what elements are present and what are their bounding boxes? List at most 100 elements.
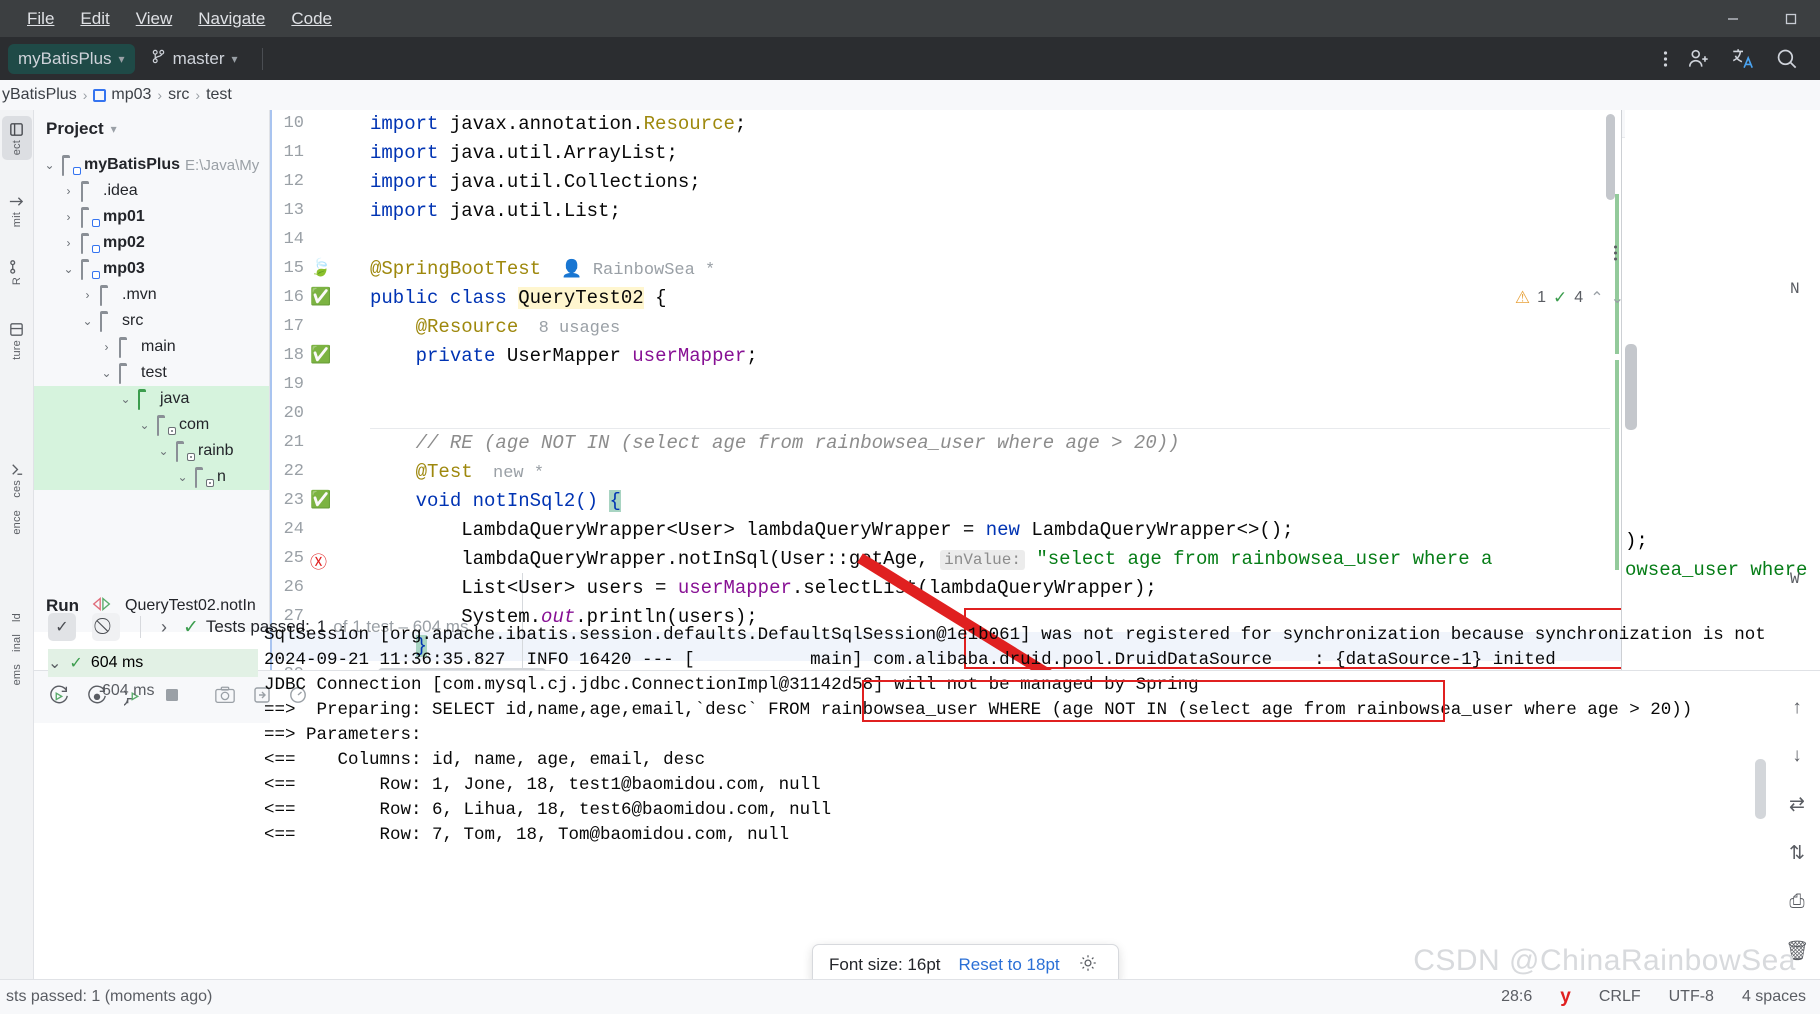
tree-row-rainb[interactable]: ⌄ rainb <box>34 438 269 464</box>
run-test-gutter-icon[interactable]: ✅ <box>310 345 331 365</box>
sidebar-item-problems[interactable]: ems <box>2 659 32 690</box>
chevron-down-icon[interactable]: ⌄ <box>137 418 152 432</box>
test-tree-row[interactable]: 604 ms <box>48 677 258 705</box>
chevron-up-icon[interactable]: ⌃ <box>1590 288 1603 308</box>
breadcrumb-item-1[interactable]: mp03 <box>93 86 151 104</box>
menu-file[interactable]: File <box>14 5 67 33</box>
file-encoding[interactable]: UTF-8 <box>1669 988 1714 1006</box>
chevron-right-icon[interactable]: › <box>61 236 76 250</box>
minimize-icon[interactable] <box>1704 0 1762 37</box>
gear-icon[interactable] <box>1078 953 1098 978</box>
sidebar-item-pullrequests[interactable]: R <box>2 253 32 290</box>
tree-row-src[interactable]: ⌄ src <box>34 308 269 334</box>
inspection-widget[interactable]: ⚠ 1 ✓ 4 ⌃ ⌄ <box>1515 288 1624 308</box>
console-scrollbar[interactable] <box>1755 759 1766 819</box>
chevron-down-icon[interactable]: ⌄ <box>80 314 95 328</box>
arrow-up-icon[interactable]: ↑ <box>1792 697 1802 719</box>
chevron-right-icon[interactable]: › <box>61 184 76 198</box>
more-vertical-icon[interactable] <box>1663 49 1668 69</box>
test-tree-row[interactable]: ⌄ ✓ 604 ms <box>48 649 258 677</box>
breadcrumb-item-0[interactable]: yBatisPlus <box>2 86 77 104</box>
menu-navigate[interactable]: Navigate <box>185 5 278 33</box>
show-passed-toggle[interactable]: ✓ <box>48 613 76 641</box>
tree-row-mp03[interactable]: ⌄ mp03 <box>34 256 269 282</box>
gutter-line-number: 10 <box>283 114 304 133</box>
branch-icon <box>151 49 166 69</box>
chevron-down-icon[interactable]: ▾ <box>111 122 117 136</box>
branch-selector[interactable]: master ▾ <box>141 44 248 74</box>
code-inlay-new[interactable]: new * <box>493 464 544 483</box>
status-marker-icon[interactable]: y <box>1560 986 1571 1008</box>
soft-wrap-icon[interactable]: ⇄ <box>1789 793 1805 816</box>
project-selector[interactable]: myBatisPlus ▾ <box>8 43 135 74</box>
tree-row-mvn[interactable]: › .mvn <box>34 282 269 308</box>
sidebar-item-commit[interactable]: mit <box>2 188 32 232</box>
chevron-down-icon[interactable]: ⌄ <box>175 470 190 484</box>
menu-view[interactable]: View <box>123 5 186 33</box>
add-user-icon[interactable] <box>1686 46 1712 72</box>
caret-position[interactable]: 28:6 <box>1501 988 1532 1006</box>
editor-gutter[interactable]: 10 11 12 13 14 15 🍃 16 ✅ 17 18 ✅ 19 20 21 22 23 ✅ 24 25 Ⓧ 26 2… <box>272 110 372 679</box>
code-inlay-author[interactable]: RainbowSea * <box>593 261 715 280</box>
tree-row-n[interactable]: ⌄ n <box>34 464 269 490</box>
code-token-text: List<User> users = <box>461 577 678 599</box>
reset-font-size-link[interactable]: Reset to 18pt <box>959 955 1060 975</box>
code-inlay-param-hint[interactable]: inValue: <box>940 550 1025 570</box>
editor-more-icon[interactable] <box>1613 244 1618 269</box>
sidebar-item-terminal[interactable]: inal <box>2 629 32 657</box>
chevron-down-icon[interactable]: ⌄ <box>48 653 61 673</box>
code-token-text: java.util.Collections; <box>438 171 701 193</box>
chevron-right-icon[interactable]: › <box>61 210 76 224</box>
menu-edit[interactable]: Edit <box>67 5 122 33</box>
search-icon[interactable] <box>1774 46 1800 72</box>
editor-split-right[interactable]: ); owsea_user where a N W <box>1625 110 1820 680</box>
chevron-right-icon[interactable]: › <box>99 340 114 354</box>
sidebar-item-build[interactable]: ld <box>2 608 32 627</box>
tree-row-java[interactable]: ⌄ java <box>34 386 269 412</box>
right-pane-scrollbar[interactable] <box>1625 344 1637 430</box>
sidebar-item-dependence[interactable]: ence <box>2 505 32 540</box>
code-text[interactable]: import javax.annotation.Resource; import… <box>370 110 1492 657</box>
sidebar-item-services[interactable]: ces <box>2 456 32 503</box>
title-bar: File Edit View Navigate Code <box>0 0 1820 37</box>
print-icon[interactable]: ⎙ <box>1789 891 1804 913</box>
code-editor[interactable]: 10 11 12 13 14 15 🍃 16 ✅ 17 18 ✅ 19 20 21 22 23 ✅ 24 25 Ⓧ 26 2… <box>270 110 1622 680</box>
code-token-keyword: new <box>985 519 1020 541</box>
chevron-down-icon[interactable]: ⌄ <box>99 366 114 380</box>
arrow-down-icon[interactable]: ↓ <box>1792 745 1802 767</box>
chevron-down-icon[interactable]: ⌄ <box>42 158 57 172</box>
indent-setting[interactable]: 4 spaces <box>1742 988 1806 1006</box>
chevron-down-icon[interactable]: ⌄ <box>61 262 76 276</box>
run-test-gutter-icon[interactable]: ✅ <box>310 287 331 307</box>
tree-row-idea[interactable]: › .idea <box>34 178 269 204</box>
menu-code[interactable]: Code <box>278 5 345 33</box>
sidebar-item-project[interactable]: ect <box>1 116 32 161</box>
code-token-keyword: void <box>415 490 462 512</box>
breadcrumb-label: src <box>168 86 190 103</box>
run-test-gutter-icon[interactable]: ✅ <box>310 490 331 510</box>
line-separator[interactable]: CRLF <box>1599 988 1641 1006</box>
lambda-gutter-icon[interactable]: Ⓧ <box>310 548 327 573</box>
scroll-end-icon[interactable]: ⇅ <box>1789 842 1805 865</box>
code-inlay-usages[interactable]: 8 usages <box>539 319 621 338</box>
chevron-right-icon[interactable]: › <box>161 617 167 638</box>
sidebar-item-structure[interactable]: ture <box>2 316 32 365</box>
chevron-down-icon[interactable]: ⌄ <box>1611 288 1624 308</box>
tree-row-mp01[interactable]: › mp01 <box>34 204 269 230</box>
chevron-down-icon[interactable]: ⌄ <box>156 444 171 458</box>
tree-row-test[interactable]: ⌄ test <box>34 360 269 386</box>
hide-ignored-toggle[interactable]: ⃠ <box>92 613 120 641</box>
translate-icon[interactable] <box>1730 46 1756 72</box>
tree-row-mp02[interactable]: › mp02 <box>34 230 269 256</box>
tree-row-com[interactable]: ⌄ com <box>34 412 269 438</box>
breadcrumb-item-2[interactable]: src <box>168 86 189 104</box>
breadcrumb-item-3[interactable]: test <box>206 86 232 104</box>
tree-row-mybatisplus[interactable]: ⌄ myBatisPlus E:\Java\My <box>34 152 269 178</box>
chevron-right-icon[interactable]: › <box>80 288 95 302</box>
spring-gutter-icon[interactable]: 🍃 <box>310 258 331 278</box>
editor-vertical-scrollbar[interactable] <box>1606 114 1615 200</box>
check-count: 4 <box>1574 289 1584 306</box>
maximize-icon[interactable] <box>1762 0 1820 37</box>
tree-row-main[interactable]: › main <box>34 334 269 360</box>
chevron-down-icon[interactable]: ⌄ <box>118 392 133 406</box>
